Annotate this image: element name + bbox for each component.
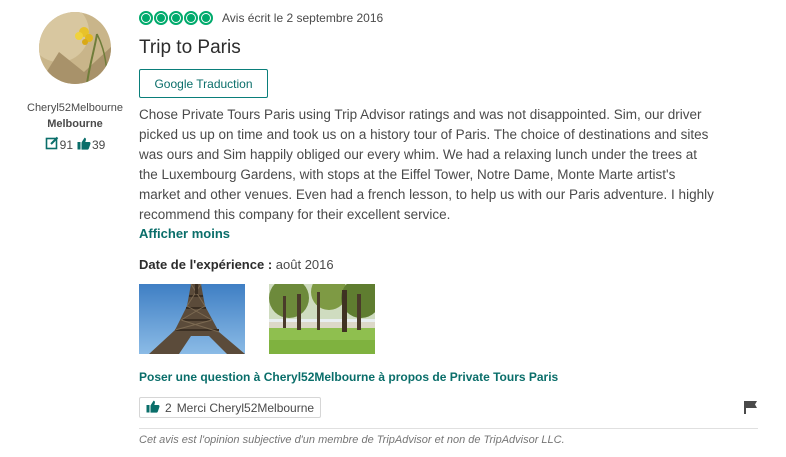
experience-value: août 2016 bbox=[275, 257, 334, 272]
footer-divider bbox=[139, 428, 758, 429]
rating-bubble bbox=[139, 11, 153, 25]
thumbs-up-icon bbox=[146, 400, 160, 416]
flag-icon[interactable] bbox=[743, 400, 759, 419]
thanks-button[interactable]: 2 Merci Cheryl52Melbourne bbox=[139, 397, 322, 418]
reviewer-stats: 91 39 bbox=[20, 136, 130, 153]
reviewer-location: Melbourne bbox=[47, 118, 103, 130]
thumbs-up-icon bbox=[77, 137, 91, 153]
rating-bubble bbox=[154, 11, 168, 25]
rating-bubble bbox=[199, 11, 213, 25]
contribution-value: 91 bbox=[59, 137, 73, 152]
google-translate-button[interactable]: Google Traduction bbox=[139, 69, 268, 98]
rating-bubble bbox=[169, 11, 183, 25]
helpful-votes: 39 bbox=[77, 137, 105, 153]
review-disclaimer: Cet avis est l'opinion subjective d'un m… bbox=[139, 434, 565, 446]
show-less-link[interactable]: Afficher moins bbox=[139, 226, 230, 241]
bubble-rating-icon bbox=[139, 11, 213, 25]
helpful-value: 39 bbox=[92, 137, 106, 152]
experience-date: Date de l'expérience : août 2016 bbox=[139, 257, 334, 272]
rating-bubble bbox=[184, 11, 198, 25]
review-date: Avis écrit le 2 septembre 2016 bbox=[222, 11, 384, 25]
review-photo-eiffel-tower[interactable] bbox=[139, 284, 245, 354]
review-body: Chose Private Tours Paris using Trip Adv… bbox=[139, 107, 714, 222]
contribution-count: 91 bbox=[45, 136, 73, 153]
thanks-count: 2 bbox=[165, 400, 172, 415]
review-photo-luxembourg-gardens[interactable] bbox=[269, 284, 375, 354]
rating-row: Avis écrit le 2 septembre 2016 bbox=[139, 11, 383, 25]
review-count-icon bbox=[45, 136, 59, 153]
avatar[interactable] bbox=[39, 12, 111, 84]
ask-question-link[interactable]: Poser une question à Cheryl52Melbourne à… bbox=[139, 370, 558, 384]
thanks-label: Merci Cheryl52Melbourne bbox=[176, 400, 315, 415]
reviewer-username[interactable]: Cheryl52Melbourne bbox=[20, 102, 130, 114]
experience-label: Date de l'expérience : bbox=[139, 257, 273, 272]
review-title[interactable]: Trip to Paris bbox=[139, 37, 241, 59]
